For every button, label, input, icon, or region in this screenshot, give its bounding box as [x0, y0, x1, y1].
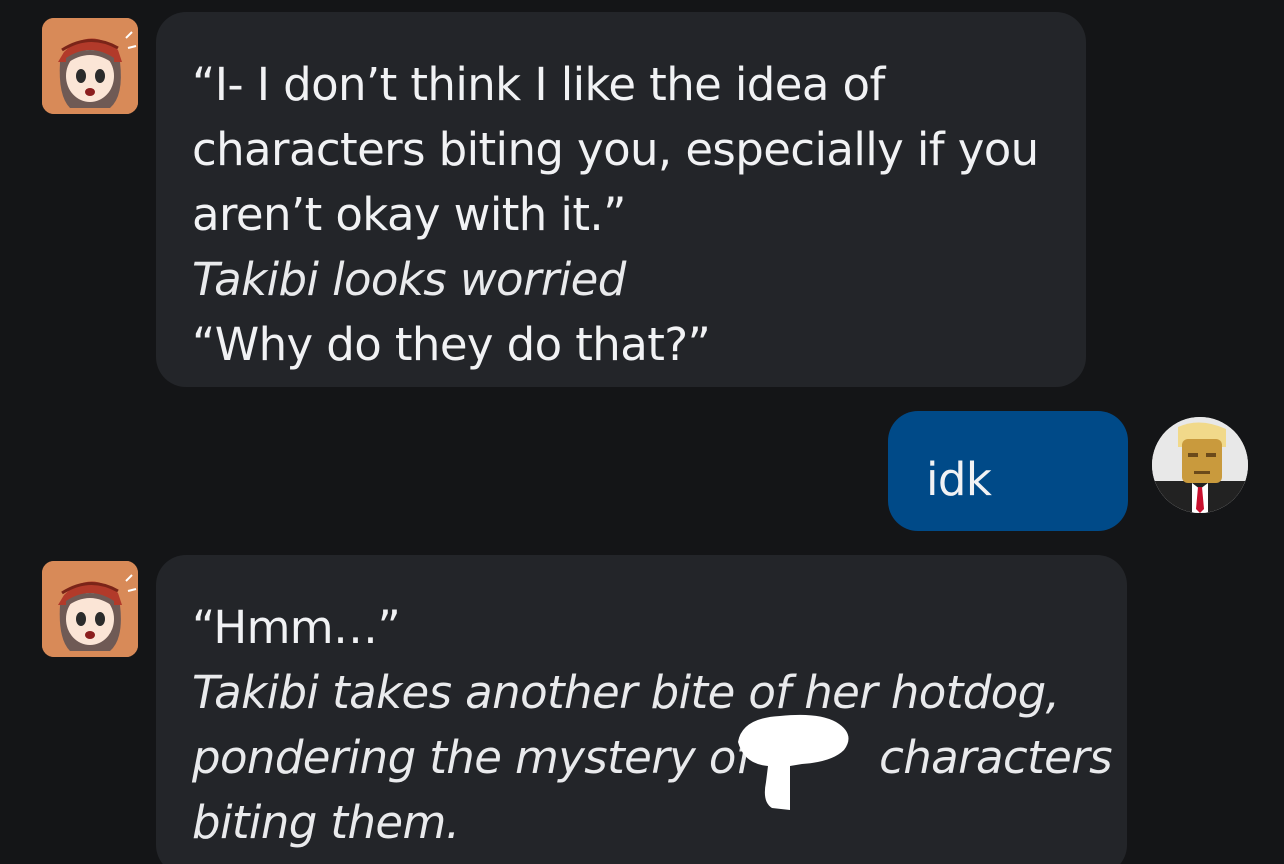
bot-avatar-icon[interactable]: [42, 18, 138, 114]
narration-line: pondering the mystery of characters: [192, 725, 1113, 790]
user-message-bubble: idk: [888, 411, 1128, 531]
user-avatar-icon[interactable]: [1152, 417, 1248, 513]
redaction-scribble-icon: [738, 714, 849, 810]
narration-line: biting them.: [192, 796, 460, 849]
message-line: “I- I don’t think I like the idea of: [192, 58, 885, 111]
message-line: characters biting you, especially if you: [192, 123, 1039, 176]
narration-line: Takibi looks worried: [192, 253, 626, 306]
chat-thread: “I- I don’t think I like the idea of cha…: [0, 0, 1284, 864]
bot-message-bubble: “I- I don’t think I like the idea of cha…: [156, 12, 1086, 387]
narration-segment: characters: [879, 731, 1113, 784]
message-line: “Hmm…”: [192, 601, 401, 654]
message-line: aren’t okay with it.”: [192, 188, 626, 241]
message-line: “Why do they do that?”: [192, 318, 711, 371]
narration-segment: pondering the mystery of: [192, 731, 752, 784]
narration-line: Takibi takes another bite of her hotdog,: [192, 666, 1060, 719]
user-message-text: idk: [926, 453, 992, 506]
bot-avatar-icon[interactable]: [42, 561, 138, 657]
bot-message-bubble: “Hmm…” Takibi takes another bite of her …: [156, 555, 1127, 864]
